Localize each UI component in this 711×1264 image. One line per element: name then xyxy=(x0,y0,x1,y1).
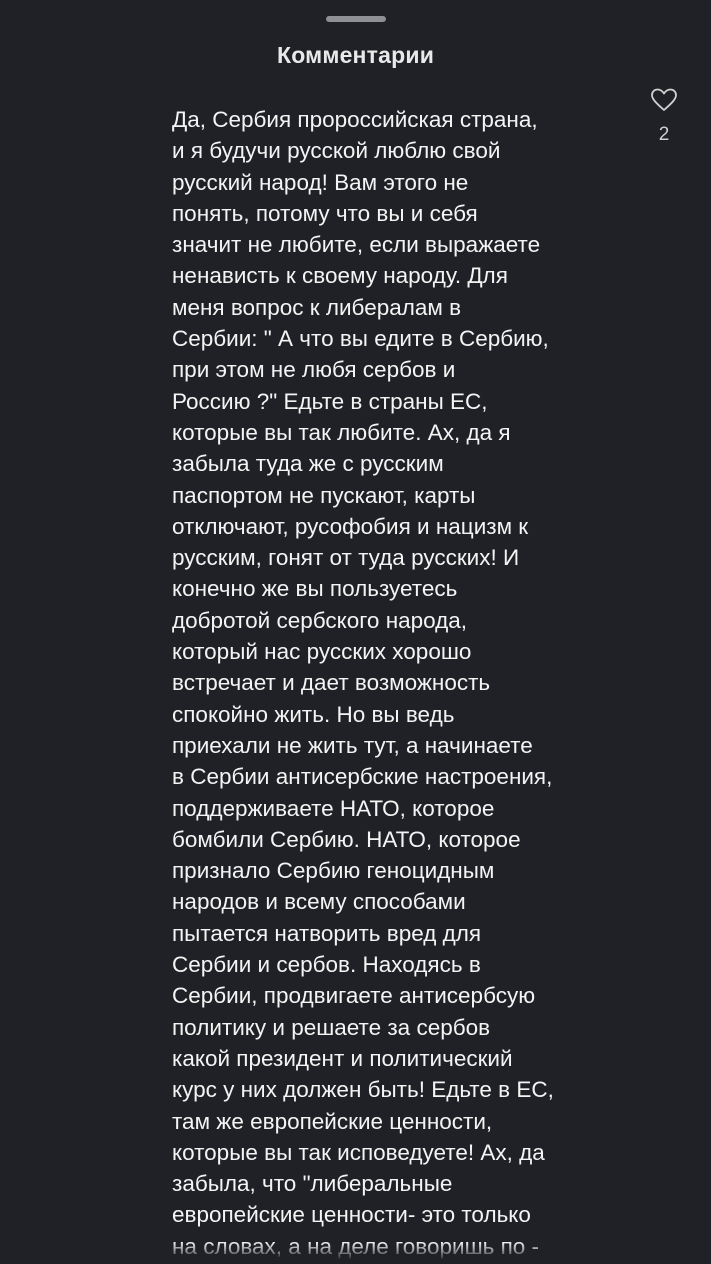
drag-handle[interactable] xyxy=(326,16,386,22)
comment-line: Да, Сербия пророссийская страна, xyxy=(172,107,538,132)
comment-line: Сербии и сербов. Находясь в xyxy=(172,952,481,978)
comment-line: ненависть к своему народу. Для xyxy=(172,263,508,289)
comment-line: Сербии: " А что вы едите в Сербию, xyxy=(172,326,549,352)
comment-line: пытается натворить вред для xyxy=(172,920,482,946)
comment-line: признало Сербию геноцидным xyxy=(172,858,495,884)
comment-line: европейские ценности- это только xyxy=(172,1202,531,1228)
comment-line: русский народ! Вам этого не xyxy=(172,169,469,195)
comment-line: Сербии, продвигаете антисербсую xyxy=(172,983,536,1009)
comment-line: добротой сербского народа, xyxy=(172,607,468,633)
comment-line: которые вы так исповедуете! Ах, да xyxy=(172,1139,545,1165)
comments-sheet: Комментарии Да, Сербия пророссийская стр… xyxy=(0,0,711,1264)
comment-line: конечно же вы пользуетесь xyxy=(172,576,458,602)
sheet-title: Комментарии xyxy=(276,42,435,68)
comment-line: меня вопрос к либералам в xyxy=(172,294,462,320)
comment-line: какой президент и политический xyxy=(172,1045,513,1071)
comment-line: в Сербии антисербские настроения, xyxy=(172,764,553,790)
heart-outline-icon[interactable] xyxy=(650,88,678,112)
comment-line: и я будучи русской люблю свой xyxy=(172,138,501,164)
comment-line: паспортом не пускают, карты xyxy=(172,482,476,508)
comment-line: встречает и дает возможность xyxy=(172,670,491,696)
comment-line: политику и решаете за сербов xyxy=(172,1014,491,1040)
like-group[interactable]: 2 xyxy=(640,88,688,146)
comment-line: при этом не любя сербов и xyxy=(172,357,456,383)
comment-line: Россию ?" Едьте в страны ЕС, xyxy=(172,388,488,414)
comment-line: отключают, русофобия и нацизм к xyxy=(172,513,529,539)
comment-line: которые вы так любите. Ах, да я xyxy=(172,419,511,445)
comment-line: значит не любите, если выражаете xyxy=(172,232,541,258)
comment-line: забыла туда же с русским xyxy=(172,451,444,477)
bottom-fade xyxy=(0,1242,711,1264)
comment-line: спокойно жить. Но вы ведь xyxy=(172,701,455,727)
comment-line: курс у них должен быть! Едьте в ЕС, xyxy=(172,1077,554,1103)
comment-line: понять, потому что вы и себя xyxy=(172,200,478,226)
comment-line: приехали не жить тут, а начинаете xyxy=(172,732,533,758)
comment-line: народов и всему способами xyxy=(172,889,466,915)
comment-text: Да, Сербия пророссийская страна, и я буду… xyxy=(172,104,624,1264)
comment-line: который нас русских хорошо xyxy=(172,639,472,665)
comment-line: там же европейские ценности, xyxy=(172,1108,493,1134)
comment-line: русским, гонят от туда русских! И xyxy=(172,545,520,571)
comment-line: забыла, что "либеральные xyxy=(172,1171,453,1197)
comment-line: поддерживаете НАТО, которое xyxy=(172,795,495,821)
like-count: 2 xyxy=(658,124,670,145)
comment-line: бомбили Сербию. НАТО, которое xyxy=(172,826,521,852)
